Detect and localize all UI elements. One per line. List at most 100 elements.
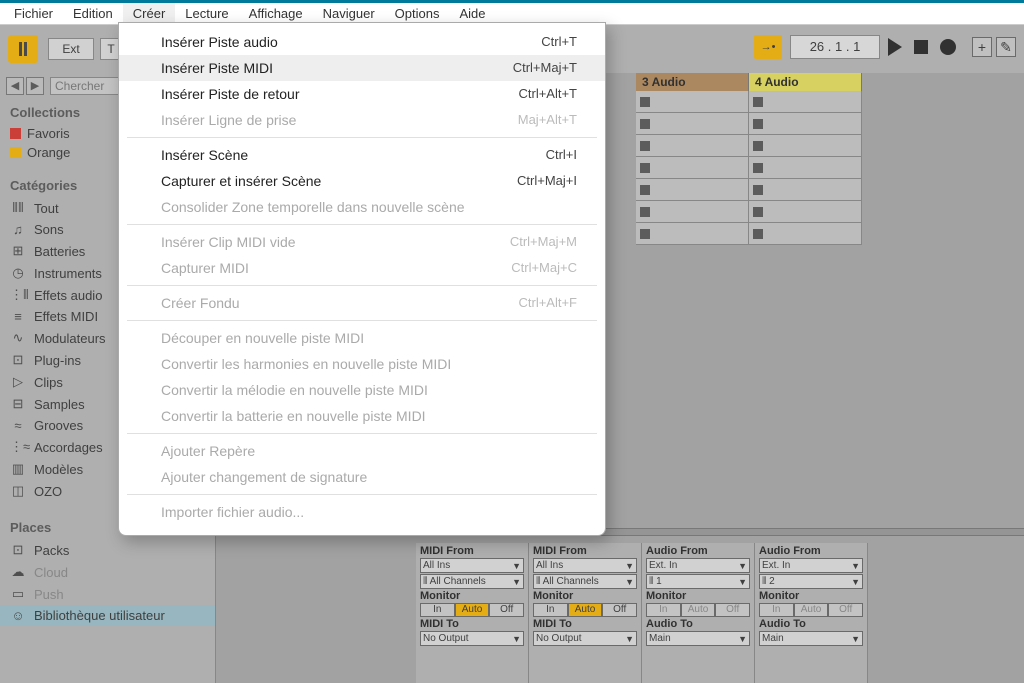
io-to-label: MIDI To: [420, 618, 524, 630]
stop-icon: [753, 229, 763, 239]
stop-button[interactable]: [914, 40, 928, 54]
ext-sync-box[interactable]: Ext: [48, 38, 94, 60]
menu-item: Créer FonduCtrl+Alt+F: [119, 290, 605, 316]
menu-item: Convertir les harmonies en nouvelle pist…: [119, 351, 605, 377]
clip-slot[interactable]: [636, 113, 749, 135]
arrangement-position[interactable]: 26 . 1 . 1: [790, 35, 880, 59]
monitor-off[interactable]: Off: [489, 603, 524, 617]
clip-slot[interactable]: [636, 201, 749, 223]
menu-item[interactable]: Insérer ScèneCtrl+I: [119, 142, 605, 168]
new-clip-button[interactable]: +: [972, 37, 992, 57]
monitor-auto[interactable]: Auto: [455, 603, 490, 617]
stop-icon: [753, 141, 763, 151]
mixer-column: MIDI FromAll Ins▼⦀ All Channels▼Monitor …: [416, 543, 529, 683]
monitor-in[interactable]: In: [646, 603, 681, 617]
clip-slot[interactable]: [636, 157, 749, 179]
stop-icon: [640, 119, 650, 129]
menu-item: Consolider Zone temporelle dans nouvelle…: [119, 194, 605, 220]
monitor-in[interactable]: In: [420, 603, 455, 617]
place-item[interactable]: ☺Bibliothèque utilisateur: [0, 605, 215, 626]
menu-item[interactable]: Insérer Piste de retourCtrl+Alt+T: [119, 81, 605, 107]
monitor-off[interactable]: Off: [602, 603, 637, 617]
midi-key-button[interactable]: →•: [754, 35, 782, 59]
io-selector[interactable]: All Ins▼: [420, 558, 524, 573]
stop-icon: [640, 229, 650, 239]
place-item[interactable]: ▭Push: [0, 583, 215, 605]
io-selector[interactable]: No Output▼: [533, 631, 637, 646]
place-item[interactable]: ⊡Packs: [0, 539, 215, 561]
io-selector[interactable]: No Output▼: [420, 631, 524, 646]
menu-item[interactable]: Insérer Piste MIDICtrl+Maj+T: [119, 55, 605, 81]
stop-icon: [753, 119, 763, 129]
io-selector[interactable]: Main▼: [646, 631, 750, 646]
record-button[interactable]: [940, 39, 956, 55]
io-selector[interactable]: ⦀ All Channels▼: [420, 574, 524, 589]
monitor-in[interactable]: In: [759, 603, 794, 617]
monitor-in[interactable]: In: [533, 603, 568, 617]
clip-slot[interactable]: [749, 223, 862, 245]
clip-slot[interactable]: [636, 223, 749, 245]
monitor-label: Monitor: [420, 590, 524, 602]
stop-icon: [640, 185, 650, 195]
io-from-label: Audio From: [759, 545, 863, 557]
stop-icon: [753, 207, 763, 217]
stop-icon: [753, 163, 763, 173]
menu-item: Capturer MIDICtrl+Maj+C: [119, 255, 605, 281]
stop-icon: [753, 97, 763, 107]
mixer-column: Audio FromExt. In▼⦀ 1▼Monitor In Auto Of…: [642, 543, 755, 683]
menu-item[interactable]: Capturer et insérer ScèneCtrl+Maj+I: [119, 168, 605, 194]
menu-item[interactable]: Insérer Piste audioCtrl+T: [119, 29, 605, 55]
monitor-label: Monitor: [646, 590, 750, 602]
menu-item: Insérer Ligne de priseMaj+Alt+T: [119, 107, 605, 133]
io-selector[interactable]: Ext. In▼: [759, 558, 863, 573]
monitor-label: Monitor: [759, 590, 863, 602]
menu-edition[interactable]: Edition: [63, 3, 123, 25]
monitor-off[interactable]: Off: [828, 603, 863, 617]
io-selector[interactable]: Ext. In▼: [646, 558, 750, 573]
automation-arm-button[interactable]: ✎: [996, 37, 1016, 57]
play-button[interactable]: [888, 38, 902, 56]
clip-slot[interactable]: [636, 91, 749, 113]
track-header[interactable]: 4 Audio: [749, 73, 862, 91]
monitor-auto[interactable]: Auto: [794, 603, 829, 617]
place-item[interactable]: ☁Cloud: [0, 561, 215, 583]
mixer-column: Audio FromExt. In▼⦀ 2▼Monitor In Auto Of…: [755, 543, 868, 683]
track-header[interactable]: 3 Audio: [636, 73, 749, 91]
io-selector[interactable]: ⦀ All Channels▼: [533, 574, 637, 589]
io-to-label: Audio To: [646, 618, 750, 630]
io-selector[interactable]: Main▼: [759, 631, 863, 646]
io-selector[interactable]: All Ins▼: [533, 558, 637, 573]
session-view-toggle[interactable]: [8, 35, 38, 63]
clip-slot[interactable]: [749, 157, 862, 179]
stop-icon: [640, 163, 650, 173]
nav-back-button[interactable]: ◀: [6, 77, 24, 95]
menu-item: Ajouter changement de signature: [119, 464, 605, 490]
clip-slot[interactable]: [749, 201, 862, 223]
clip-slot[interactable]: [636, 135, 749, 157]
clip-slot[interactable]: [749, 113, 862, 135]
monitor-label: Monitor: [533, 590, 637, 602]
clip-slot[interactable]: [749, 135, 862, 157]
menu-item: Découper en nouvelle piste MIDI: [119, 325, 605, 351]
stop-icon: [753, 185, 763, 195]
monitor-auto[interactable]: Auto: [681, 603, 716, 617]
io-to-label: MIDI To: [533, 618, 637, 630]
menu-item: Convertir la batterie en nouvelle piste …: [119, 403, 605, 429]
io-from-label: MIDI From: [420, 545, 524, 557]
monitor-off[interactable]: Off: [715, 603, 750, 617]
io-to-label: Audio To: [759, 618, 863, 630]
menu-item: Convertir la mélodie en nouvelle piste M…: [119, 377, 605, 403]
mixer-column: MIDI FromAll Ins▼⦀ All Channels▼Monitor …: [529, 543, 642, 683]
monitor-auto[interactable]: Auto: [568, 603, 603, 617]
io-selector[interactable]: ⦀ 2▼: [759, 574, 863, 589]
nav-fwd-button[interactable]: ▶: [26, 77, 44, 95]
stop-icon: [640, 141, 650, 151]
clip-slot[interactable]: [749, 179, 862, 201]
menu-fichier[interactable]: Fichier: [4, 3, 63, 25]
create-menu-dropdown: Insérer Piste audioCtrl+TInsérer Piste M…: [118, 22, 606, 536]
io-selector[interactable]: ⦀ 1▼: [646, 574, 750, 589]
stop-icon: [640, 97, 650, 107]
clip-slot[interactable]: [749, 91, 862, 113]
io-from-label: Audio From: [646, 545, 750, 557]
clip-slot[interactable]: [636, 179, 749, 201]
